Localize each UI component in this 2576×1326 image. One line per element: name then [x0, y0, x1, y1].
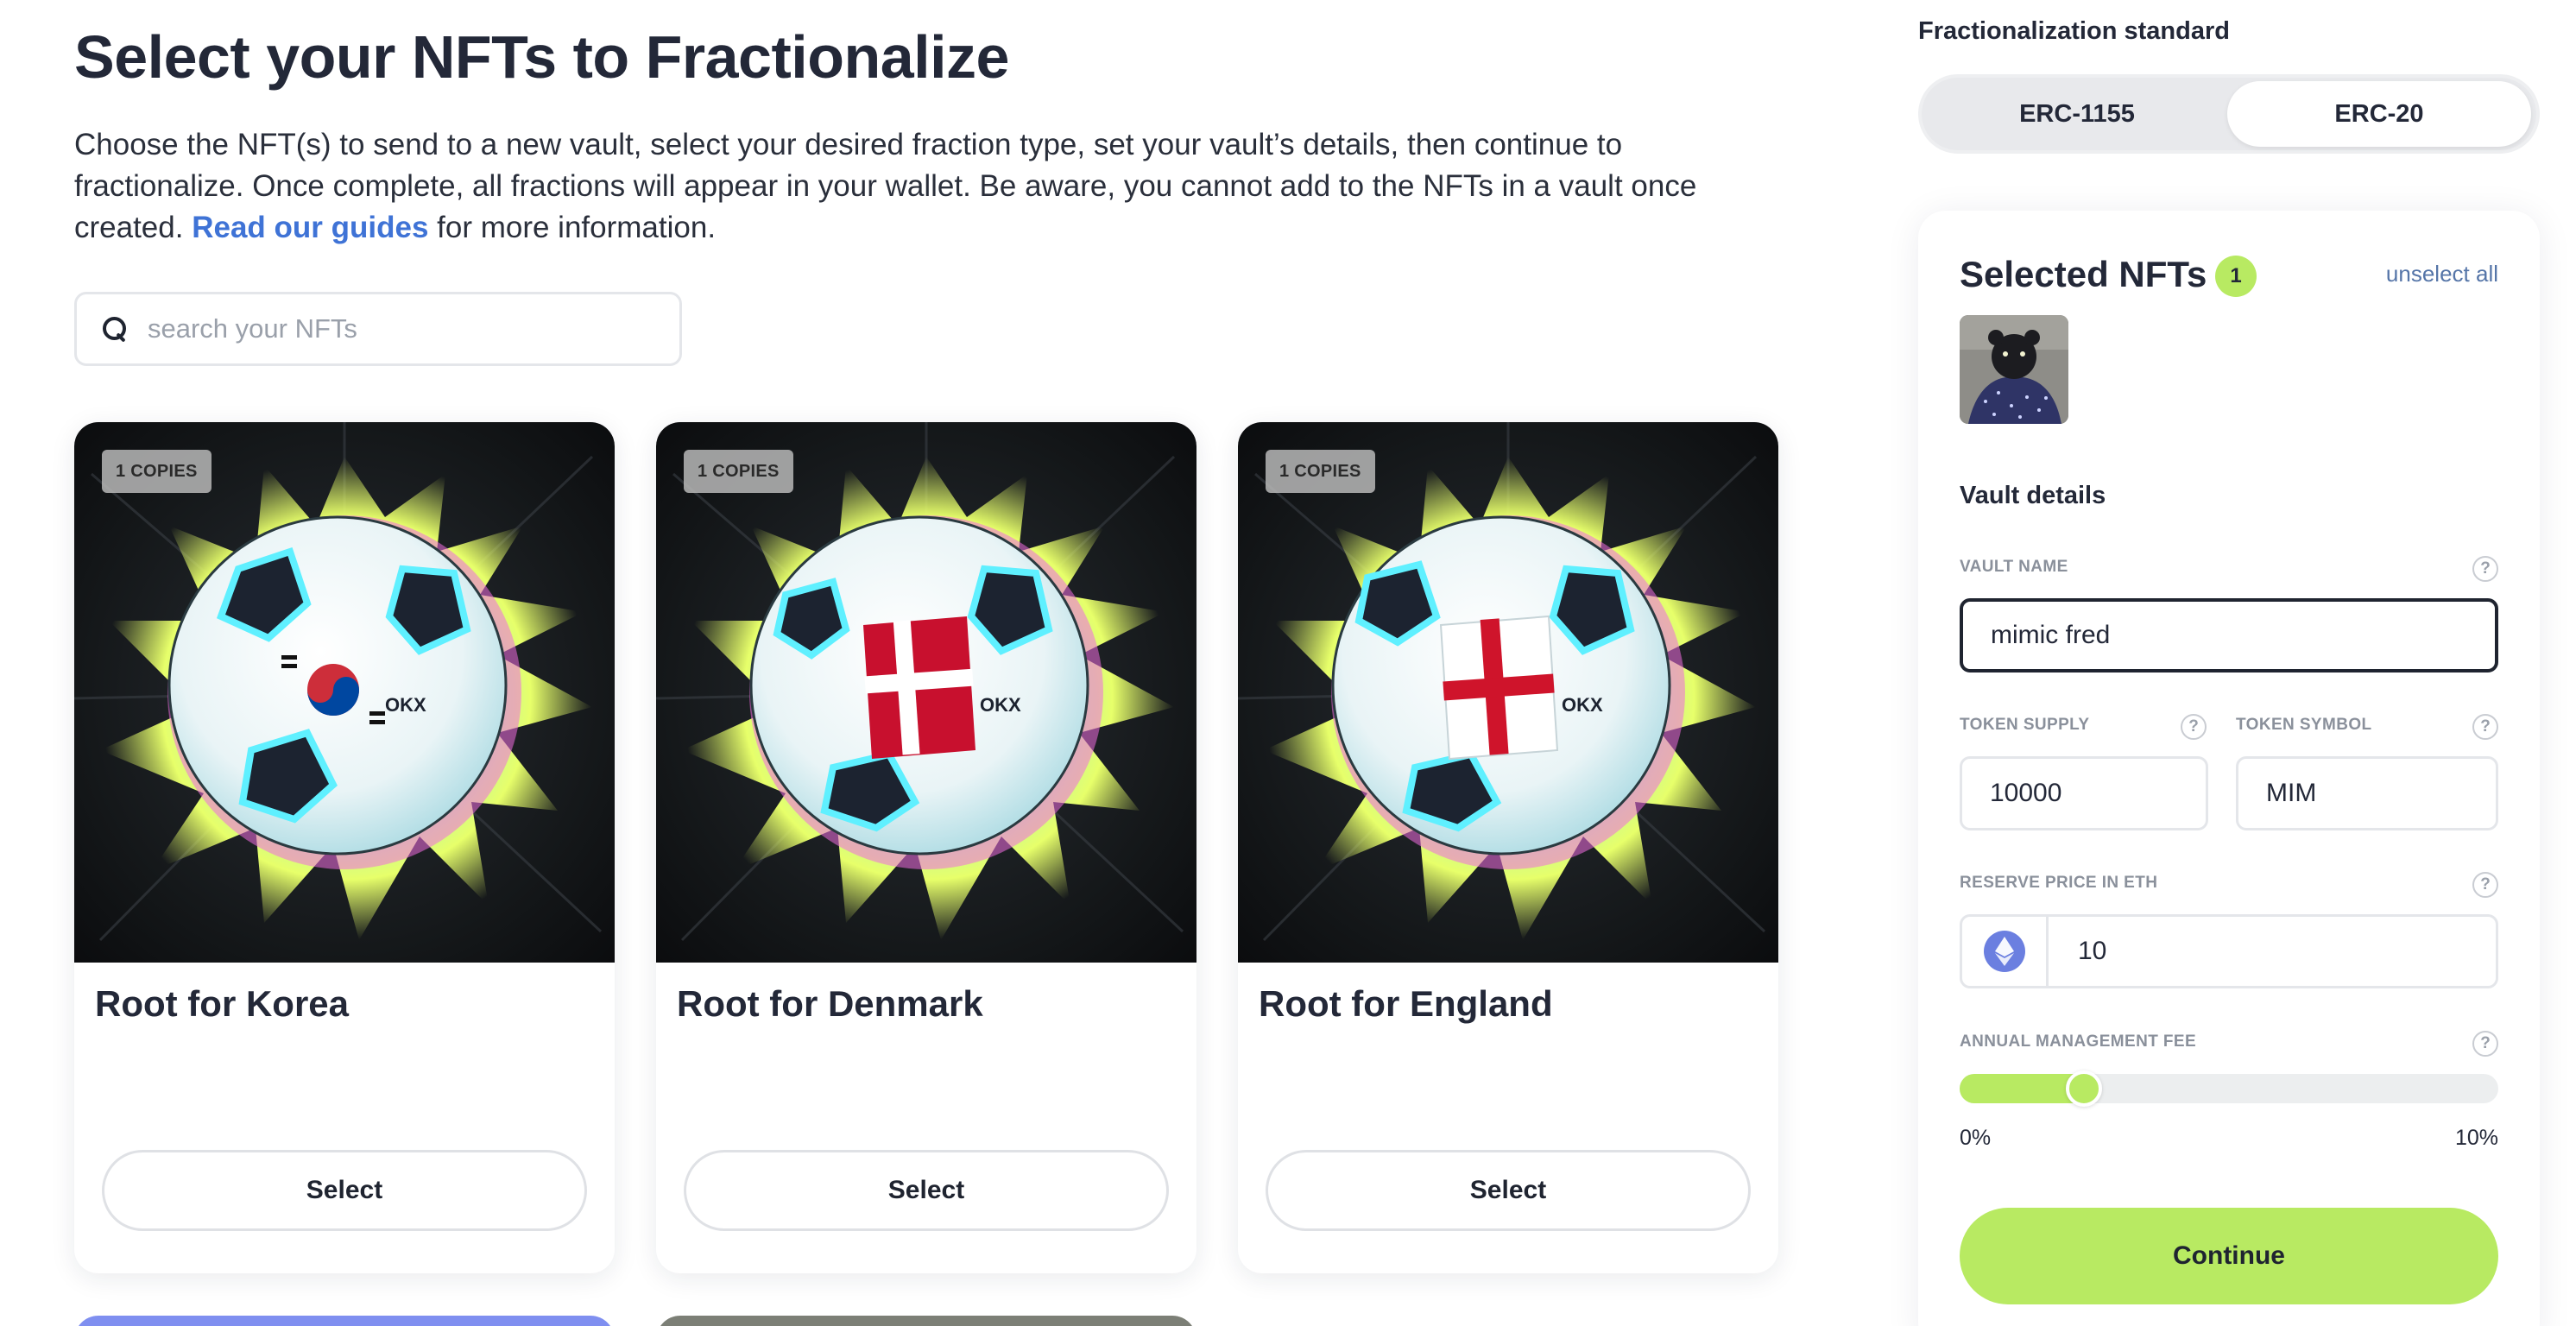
nft-image: 1 COPIES OKX [656, 422, 1196, 963]
slider-handle[interactable] [2066, 1070, 2102, 1107]
option-erc20[interactable]: ERC-20 [2227, 81, 2531, 147]
option-erc1155[interactable]: ERC-1155 [1925, 81, 2229, 147]
token-supply-field[interactable] [1960, 756, 2208, 830]
page-title: Select your NFTs to Fractionalize [74, 23, 1010, 91]
copies-badge: 1 COPIES [102, 450, 212, 493]
soccer-ball-art: OKX [74, 422, 603, 942]
denmark-flag-icon [863, 616, 975, 759]
intro-text: Choose the NFT(s) to send to a new vault… [74, 124, 1766, 249]
copies-badge: 1 COPIES [1266, 450, 1375, 493]
bear-avatar-icon [1960, 315, 2068, 424]
nft-name: Root for England [1259, 983, 1553, 1024]
help-icon[interactable]: ? [2472, 714, 2498, 740]
nft-card-partial[interactable] [656, 1316, 1196, 1326]
management-fee-slider[interactable] [1960, 1070, 2498, 1107]
nft-card-denmark[interactable]: 1 COPIES OKX Root for Denmark Select [656, 422, 1196, 1273]
selected-nfts-panel: Selected NFTs 1 unselect all Vault detai… [1918, 211, 2540, 1326]
help-icon[interactable]: ? [2472, 872, 2498, 898]
search-box[interactable] [74, 292, 682, 366]
svg-text:OKX: OKX [1562, 694, 1603, 716]
selected-title: Selected NFTs [1960, 254, 2207, 294]
ethereum-icon [1983, 931, 2025, 972]
unselect-all-link[interactable]: unselect all [2386, 261, 2498, 287]
continue-button[interactable]: Continue [1960, 1208, 2498, 1304]
selected-count-badge: 1 [2215, 256, 2257, 297]
england-flag-icon [1439, 615, 1559, 761]
vault-details-title: Vault details [1960, 482, 2106, 509]
read-guides-link[interactable]: Read our guides [192, 211, 428, 244]
soccer-ball-art: OKX [1238, 422, 1766, 942]
search-input[interactable] [148, 313, 631, 344]
eth-currency-box [1962, 917, 2049, 986]
select-button[interactable]: Select [684, 1150, 1169, 1231]
nft-name: Root for Korea [95, 983, 349, 1024]
nft-image: 1 COPIES OKX [74, 422, 615, 963]
vault-name-field[interactable] [1960, 598, 2498, 672]
help-icon[interactable]: ? [2181, 714, 2207, 740]
reserve-price-field[interactable] [1960, 914, 2498, 988]
selected-nft-thumbnail[interactable] [1960, 315, 2068, 424]
intro-suffix: for more information. [428, 211, 717, 244]
fee-max-label: 10% [2454, 1126, 2498, 1150]
svg-text:OKX: OKX [980, 694, 1021, 716]
soccer-ball-art: OKX [656, 422, 1184, 942]
vault-name-label: VAULT NAME [1960, 558, 2068, 576]
nft-card-england[interactable]: 1 COPIES OKX Root for England Select [1238, 422, 1778, 1273]
copies-badge: 1 COPIES [684, 450, 793, 493]
select-button[interactable]: Select [102, 1150, 587, 1231]
reserve-price-input[interactable] [2078, 937, 2496, 966]
token-symbol-label: TOKEN SYMBOL [2236, 716, 2372, 734]
fee-min-label: 0% [1960, 1126, 1992, 1150]
vault-name-input[interactable] [1991, 621, 2495, 650]
nft-card-korea[interactable]: 1 COPIES OKX Root for Korea Select [74, 422, 615, 1273]
token-symbol-input[interactable] [2266, 779, 2496, 808]
help-icon[interactable]: ? [2472, 1031, 2498, 1057]
nft-name: Root for Denmark [677, 983, 983, 1024]
standard-label: Fractionalization standard [1918, 17, 2230, 45]
nft-card-partial[interactable] [74, 1316, 615, 1326]
standard-toggle[interactable]: ERC-1155 ERC-20 [1918, 74, 2540, 154]
token-supply-label: TOKEN SUPPLY [1960, 716, 2090, 734]
nft-image: 1 COPIES OKX [1238, 422, 1778, 963]
token-supply-input[interactable] [1990, 779, 2206, 808]
token-symbol-field[interactable] [2236, 756, 2498, 830]
help-icon[interactable]: ? [2472, 556, 2498, 582]
svg-text:OKX: OKX [385, 694, 426, 716]
reserve-price-label: RESERVE PRICE IN ETH [1960, 874, 2158, 892]
select-button[interactable]: Select [1266, 1150, 1751, 1231]
management-fee-label: ANNUAL MANAGEMENT FEE [1960, 1032, 2197, 1051]
search-icon [101, 315, 129, 343]
